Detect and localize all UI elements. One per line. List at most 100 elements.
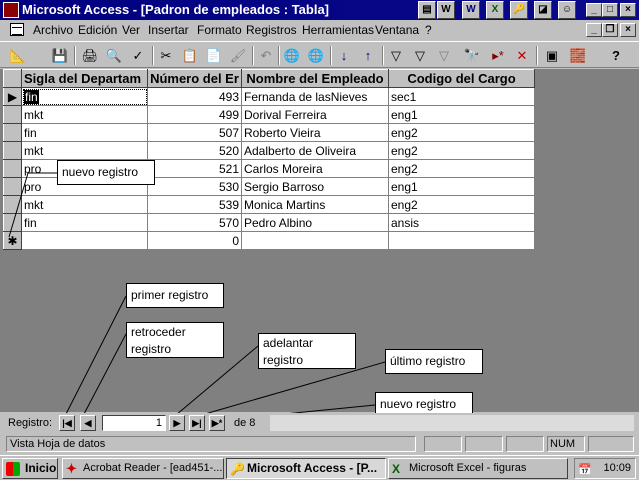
excel-icon[interactable]: X: [486, 1, 504, 19]
column-header-codigo[interactable]: Codigo del Cargo: [388, 69, 535, 88]
format-painter-icon[interactable]: 🖌: [228, 46, 248, 65]
cell-codigo[interactable]: eng1: [388, 105, 535, 124]
table-row[interactable]: fin 570 Pedro Albino ansis: [3, 213, 535, 232]
cell-nombre[interactable]: [241, 231, 389, 250]
spellcheck-icon[interactable]: ✓: [128, 46, 148, 65]
taskbar-access[interactable]: 🔑 Microsoft Access - [P...: [226, 458, 386, 479]
current-record-marker[interactable]: ▶: [3, 87, 22, 106]
menu-registros[interactable]: Registros: [246, 23, 297, 37]
cell-nombre[interactable]: Sergio Barroso: [241, 177, 389, 196]
cell-nombre[interactable]: Dorival Ferreira: [241, 105, 389, 124]
close-button[interactable]: ×: [620, 3, 636, 17]
next-record-button[interactable]: ▶: [169, 415, 185, 431]
new-record-marker[interactable]: ✱: [3, 231, 22, 250]
cell-numero[interactable]: 570: [147, 213, 242, 232]
cell-codigo[interactable]: eng2: [388, 123, 535, 142]
cell-nombre[interactable]: Pedro Albino: [241, 213, 389, 232]
key-icon[interactable]: 🔑: [510, 1, 528, 19]
cell-sigla[interactable]: fin: [21, 87, 148, 106]
row-selector[interactable]: [3, 105, 22, 124]
cell-sigla[interactable]: mkt: [21, 141, 148, 160]
cell-codigo[interactable]: [388, 231, 535, 250]
new-record-row[interactable]: ✱ 0: [3, 231, 535, 250]
select-all-corner[interactable]: [3, 69, 22, 88]
menu-edicion[interactable]: Edición: [78, 23, 117, 37]
menu-ventana[interactable]: Ventana: [375, 23, 419, 37]
column-header-numero[interactable]: Número del Er: [147, 69, 242, 88]
print-icon[interactable]: 🖨: [80, 46, 100, 65]
undo-icon[interactable]: ↶: [256, 46, 276, 65]
cell-sigla[interactable]: fin: [21, 213, 148, 232]
cell-nombre[interactable]: Carlos Moreira: [241, 159, 389, 178]
menu-ver[interactable]: Ver: [122, 23, 140, 37]
menu-formato[interactable]: Formato: [197, 23, 242, 37]
view-icon[interactable]: 📐: [8, 46, 28, 65]
cell-numero[interactable]: 520: [147, 141, 242, 160]
new-object-icon[interactable]: 🧱: [568, 46, 588, 65]
print-preview-icon[interactable]: 🔍: [104, 46, 124, 65]
cell-codigo[interactable]: sec1: [388, 87, 535, 106]
cell-numero[interactable]: 0: [147, 231, 242, 250]
word-icon[interactable]: W: [462, 1, 480, 19]
apply-filter-icon[interactable]: ▽: [434, 46, 454, 65]
menu-archivo[interactable]: Archivo: [33, 23, 73, 37]
table-row[interactable]: mkt 499 Dorival Ferreira eng1: [3, 105, 535, 124]
cell-sigla[interactable]: fin: [21, 123, 148, 142]
minimize-button[interactable]: _: [586, 3, 602, 17]
copy-icon[interactable]: 📋: [180, 46, 200, 65]
cell-codigo[interactable]: eng2: [388, 195, 535, 214]
sort-ascending-icon[interactable]: ↓: [334, 46, 354, 65]
cell-numero[interactable]: 521: [147, 159, 242, 178]
row-selector[interactable]: [3, 159, 22, 178]
table-row[interactable]: mkt 539 Monica Martins eng2: [3, 195, 535, 214]
access-app-icon[interactable]: [3, 2, 19, 18]
row-selector[interactable]: [3, 123, 22, 142]
cell-numero[interactable]: 499: [147, 105, 242, 124]
table-row[interactable]: mkt 520 Adalberto de Oliveira eng2: [3, 141, 535, 160]
maximize-button[interactable]: □: [602, 3, 618, 17]
cell-sigla[interactable]: [21, 231, 148, 250]
cell-numero[interactable]: 539: [147, 195, 242, 214]
row-selector[interactable]: [3, 195, 22, 214]
row-selector[interactable]: [3, 141, 22, 160]
paste-icon[interactable]: 📄: [204, 46, 224, 65]
office-icon[interactable]: ◪: [534, 1, 552, 19]
horizontal-scrollbar[interactable]: [270, 415, 634, 431]
last-record-button[interactable]: ▶|: [189, 415, 205, 431]
menu-insertar[interactable]: Insertar: [148, 23, 189, 37]
cell-nombre[interactable]: Roberto Vieira: [241, 123, 389, 142]
table-row[interactable]: fin 507 Roberto Vieira eng2: [3, 123, 535, 142]
taskbar-acrobat[interactable]: ✦ Acrobat Reader - [ead451-...: [62, 458, 224, 479]
current-record-input[interactable]: 1: [102, 415, 166, 431]
start-button[interactable]: Inicio: [2, 458, 58, 479]
cell-codigo[interactable]: eng2: [388, 141, 535, 160]
doc-close-button[interactable]: ×: [620, 23, 636, 37]
cell-nombre[interactable]: Adalberto de Oliveira: [241, 141, 389, 160]
table-row[interactable]: ▶ fin 493 Fernanda de lasNieves sec1: [3, 87, 535, 106]
cell-codigo[interactable]: eng2: [388, 159, 535, 178]
column-header-sigla[interactable]: Sigla del Departam: [21, 69, 148, 88]
row-selector[interactable]: [3, 213, 22, 232]
doc-restore-button[interactable]: ❐: [602, 23, 618, 37]
new-record-icon[interactable]: ▸*: [488, 46, 508, 65]
table-doc-icon[interactable]: [10, 23, 24, 36]
assistant-icon[interactable]: ☺: [558, 1, 576, 19]
sort-descending-icon[interactable]: ↑: [358, 46, 378, 65]
column-header-nombre[interactable]: Nombre del Empleado: [241, 69, 389, 88]
tray-icon-2[interactable]: W: [437, 1, 455, 19]
menu-herramientas[interactable]: Herramientas: [302, 23, 374, 37]
taskbar-excel[interactable]: X Microsoft Excel - figuras: [388, 458, 568, 479]
save-icon[interactable]: 💾: [50, 46, 70, 65]
new-record-nav-button[interactable]: ▶*: [209, 415, 225, 431]
cell-numero[interactable]: 507: [147, 123, 242, 142]
tray-icon-1[interactable]: ▤: [418, 1, 436, 19]
cell-codigo[interactable]: ansis: [388, 213, 535, 232]
find-icon[interactable]: 🔭: [462, 46, 482, 65]
menu-help[interactable]: ?: [425, 23, 432, 37]
row-selector[interactable]: [3, 177, 22, 196]
cell-sigla[interactable]: mkt: [21, 195, 148, 214]
cell-numero[interactable]: 493: [147, 87, 242, 106]
filter-selection-icon[interactable]: ▽: [386, 46, 406, 65]
hyperlink-icon[interactable]: 🌐: [282, 46, 302, 65]
database-window-icon[interactable]: ▣: [542, 46, 562, 65]
